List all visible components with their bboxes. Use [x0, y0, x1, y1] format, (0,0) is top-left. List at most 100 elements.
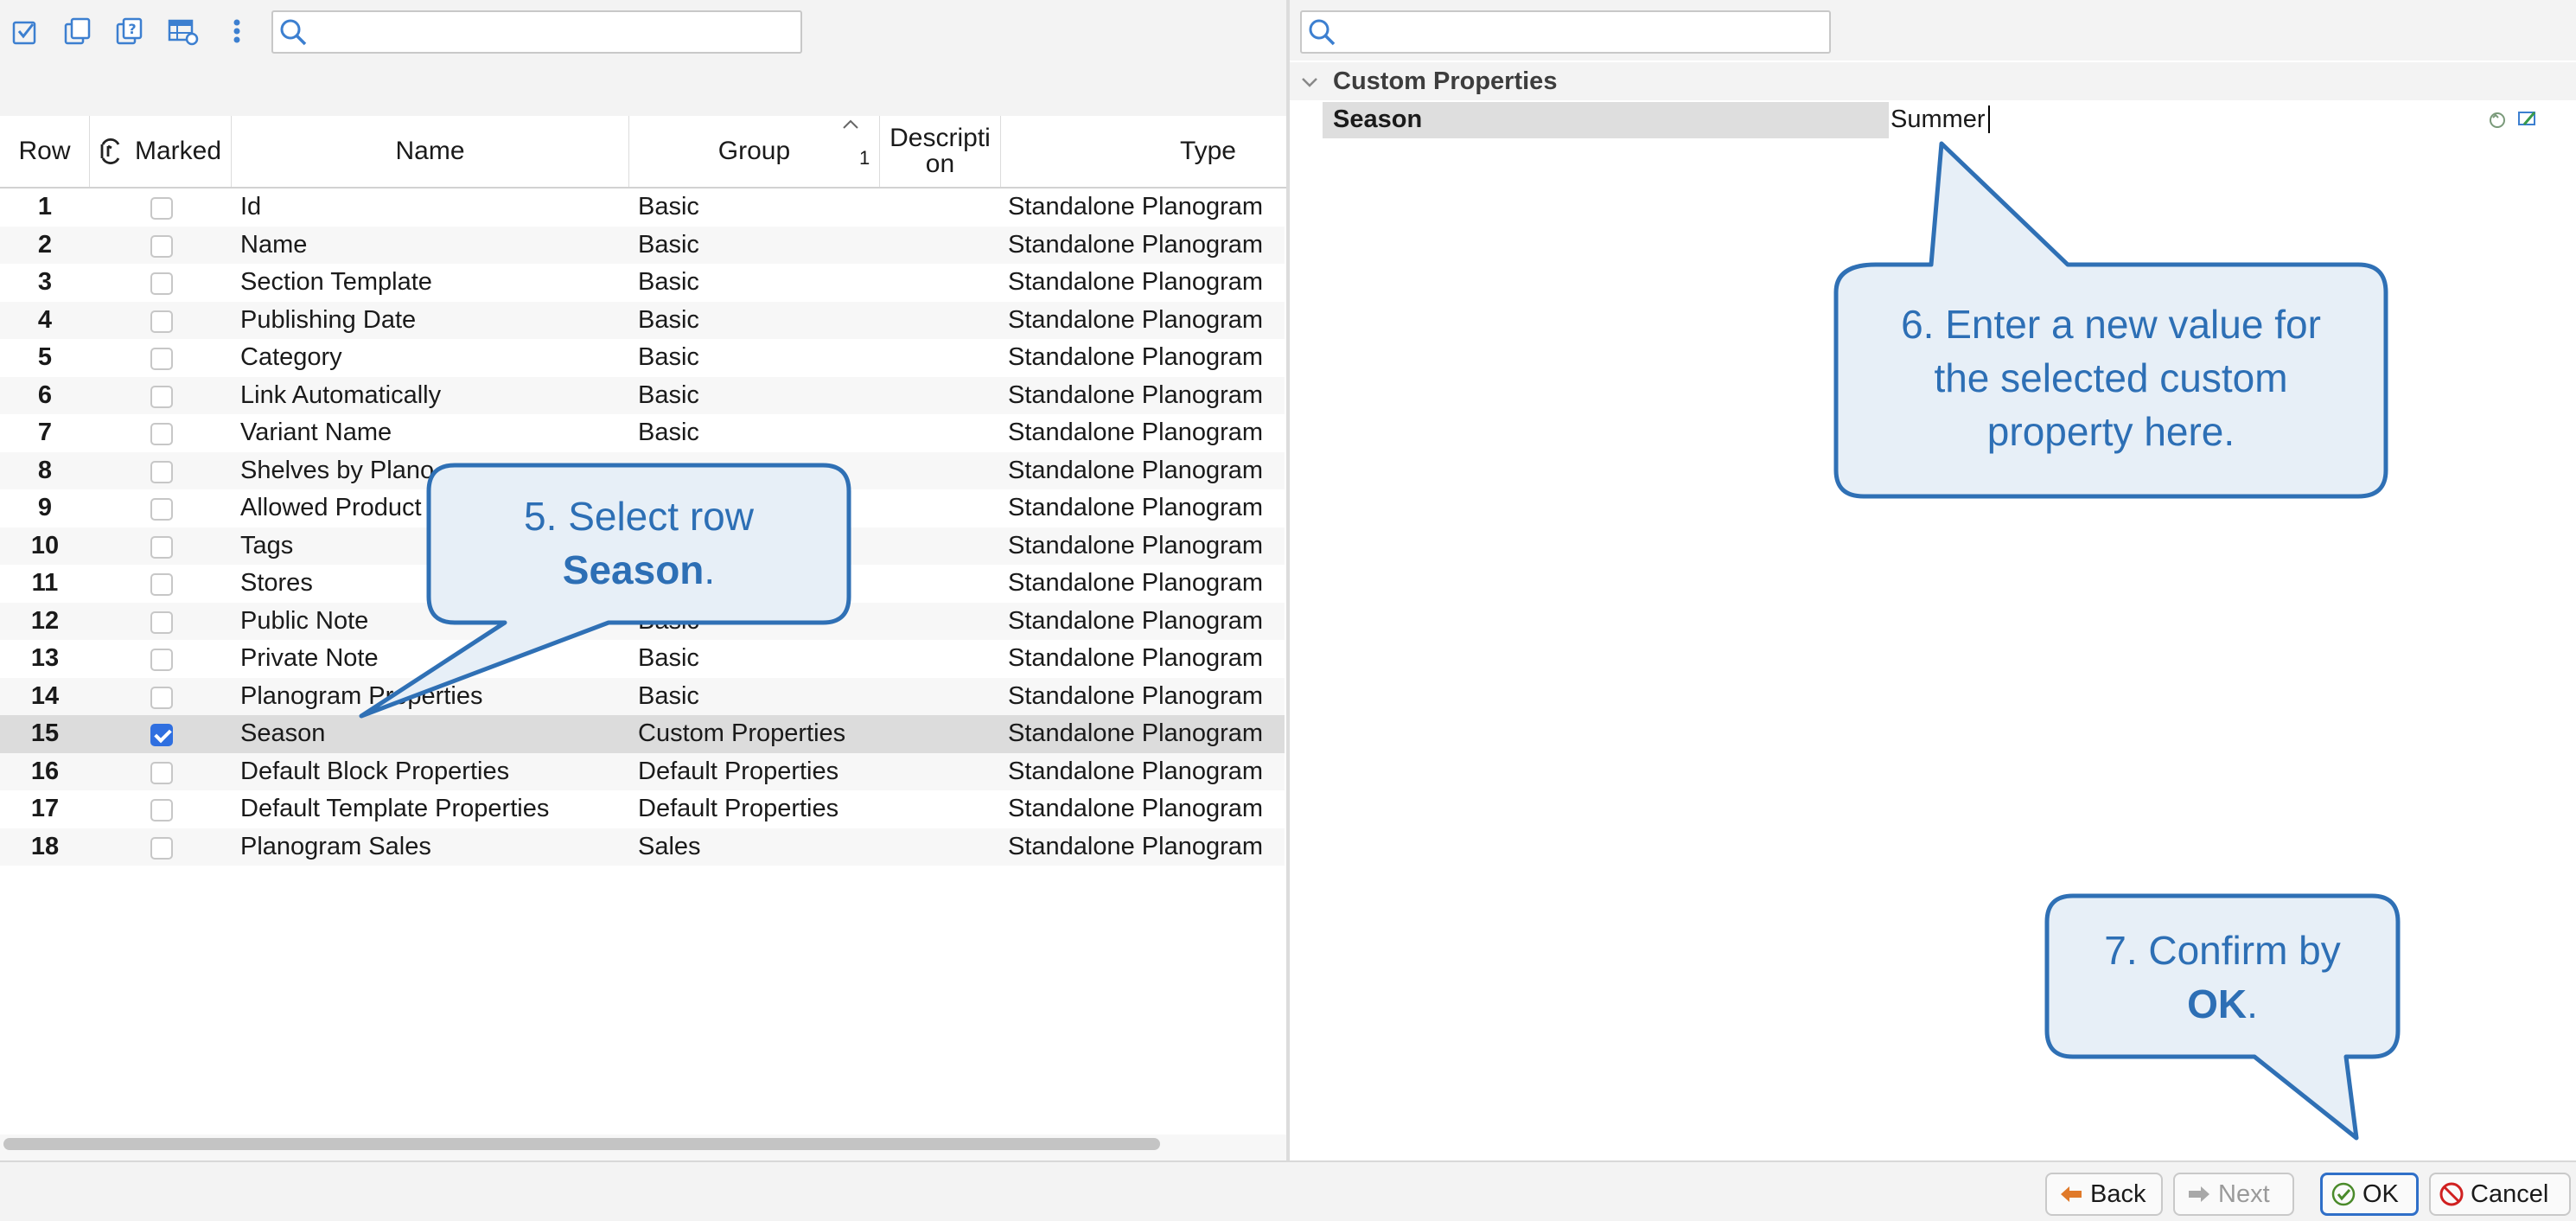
- search-icon: [1309, 19, 1336, 46]
- marked-checkbox[interactable]: [150, 724, 173, 746]
- row-number: 15: [30, 719, 60, 747]
- copy-icon[interactable]: [59, 12, 97, 50]
- marked-checkbox[interactable]: [150, 310, 173, 333]
- marked-checkbox[interactable]: [150, 348, 173, 370]
- marked-cell[interactable]: [147, 302, 178, 340]
- table-row[interactable]: 1 Id Basic Standalone Planogram: [0, 189, 1285, 227]
- horizontal-scrollbar-thumb[interactable]: [3, 1138, 1160, 1150]
- marked-cell[interactable]: [147, 603, 178, 641]
- table-row[interactable]: 7 Variant Name Basic Standalone Planogram: [0, 414, 1285, 452]
- more-vertical-icon[interactable]: [218, 12, 256, 50]
- table-row[interactable]: 3 Section Template Basic Standalone Planogr…: [0, 264, 1285, 302]
- marked-cell[interactable]: [147, 715, 178, 753]
- table-row[interactable]: 18 Planogram Sales Sales Standalone Planogr…: [0, 828, 1285, 866]
- marked-checkbox[interactable]: [150, 385, 173, 408]
- type-cell: Standalone Planogram: [1008, 456, 1264, 484]
- type-cell: Standalone Planogram: [1008, 268, 1264, 296]
- marked-checkbox[interactable]: [150, 610, 173, 634]
- chevron-down-icon[interactable]: [1297, 69, 1323, 95]
- row-number: 10: [30, 531, 60, 559]
- type-cell: Standalone Planogram: [1008, 681, 1264, 710]
- toggle-mark-icon[interactable]: [97, 132, 124, 170]
- left-search-field[interactable]: [313, 16, 792, 47]
- table-row[interactable]: 12 Public Note Basic Standalone Planogram: [0, 602, 1285, 641]
- table-row[interactable]: 8 Shelves by Plano Standalone Planogram: [0, 451, 1285, 490]
- name-cell: Variant Name: [240, 419, 392, 446]
- marked-cell[interactable]: [147, 640, 178, 678]
- ok-button[interactable]: OK: [2320, 1173, 2419, 1216]
- marked-cell[interactable]: [147, 678, 178, 716]
- edit-value-icon[interactable]: [2515, 107, 2540, 131]
- left-search-input[interactable]: [271, 10, 802, 54]
- marked-checkbox[interactable]: [150, 836, 173, 860]
- column-header-name[interactable]: Name: [232, 116, 629, 187]
- table-settings-icon[interactable]: [164, 12, 202, 50]
- mark-all-icon[interactable]: [7, 12, 45, 50]
- marked-cell[interactable]: [147, 753, 178, 791]
- reset-value-icon[interactable]: [2486, 109, 2509, 131]
- table-row[interactable]: 4 Publishing Date Basic Standalone Planogra…: [0, 301, 1285, 340]
- group-cell: Sales: [638, 832, 701, 860]
- sort-index: 1: [859, 147, 870, 169]
- marked-cell[interactable]: [147, 227, 178, 265]
- group-cell: Basic: [638, 343, 699, 371]
- property-value-input[interactable]: Summer: [1891, 105, 1986, 134]
- marked-cell[interactable]: [147, 452, 178, 490]
- column-header-type[interactable]: Type: [1001, 116, 1286, 187]
- marked-checkbox[interactable]: [150, 535, 173, 559]
- row-number: 13: [30, 644, 60, 672]
- table-row[interactable]: 14 Planogram Properties Basic Standalone Pl…: [0, 677, 1285, 716]
- type-cell: Standalone Planogram: [1008, 832, 1264, 860]
- marked-checkbox[interactable]: [150, 423, 173, 445]
- type-cell: Standalone Planogram: [1008, 343, 1264, 371]
- name-cell: Publishing Date: [240, 305, 417, 334]
- marked-cell[interactable]: [147, 377, 178, 415]
- right-search-field[interactable]: [1342, 16, 1820, 47]
- table-row[interactable]: 2 Name Basic Standalone Planogram: [0, 226, 1285, 265]
- back-button[interactable]: Back: [2045, 1173, 2163, 1216]
- marked-cell[interactable]: [147, 339, 178, 377]
- right-search-input[interactable]: [1300, 10, 1831, 54]
- column-header-description[interactable]: Descripti on: [880, 116, 1001, 187]
- table-row[interactable]: 16 Default Block Properties Default Proper…: [0, 752, 1285, 791]
- marked-cell[interactable]: [147, 828, 178, 866]
- marked-checkbox[interactable]: [150, 649, 173, 671]
- next-button[interactable]: Next: [2173, 1173, 2294, 1216]
- column-header-group[interactable]: Group 1: [629, 116, 880, 187]
- column-header-row[interactable]: Row: [0, 116, 90, 187]
- callout-step-7: 7. Confirm by OK.: [2047, 924, 2398, 1031]
- marked-checkbox[interactable]: [150, 498, 173, 521]
- marked-cell[interactable]: [147, 189, 178, 227]
- marked-checkbox[interactable]: [150, 272, 173, 295]
- marked-cell[interactable]: [147, 489, 178, 527]
- marked-checkbox[interactable]: [150, 686, 173, 709]
- table-row[interactable]: 5 Category Basic Standalone Planogram: [0, 339, 1285, 377]
- column-header-marked-label: Marked: [135, 137, 222, 165]
- table-row[interactable]: 13 Private Note Basic Standalone Planogram: [0, 640, 1285, 678]
- marked-cell[interactable]: [147, 565, 178, 603]
- arrow-right-icon: [2189, 1186, 2209, 1202]
- marked-cell[interactable]: [147, 264, 178, 302]
- marked-checkbox[interactable]: [150, 799, 173, 821]
- cancel-button[interactable]: Cancel: [2429, 1173, 2571, 1216]
- row-number: 12: [30, 606, 60, 635]
- group-cell: Basic: [638, 268, 699, 296]
- group-cell: Default Properties: [638, 795, 839, 822]
- search-icon: [280, 19, 307, 46]
- marked-checkbox[interactable]: [150, 573, 173, 596]
- table-row[interactable]: 17 Default Template Properties Default Pro…: [0, 790, 1285, 828]
- table-row[interactable]: 6 Link Automatically Basic Standalone Plano…: [0, 376, 1285, 415]
- table-row[interactable]: 15 Season Custom Properties Standalone Plan…: [0, 715, 1285, 753]
- help-icon[interactable]: ?: [111, 12, 149, 50]
- marked-checkbox[interactable]: [150, 234, 173, 258]
- group-cell: Default Properties: [638, 757, 839, 785]
- name-cell: Default Block Properties: [240, 757, 510, 785]
- marked-checkbox[interactable]: [150, 460, 173, 483]
- marked-checkbox[interactable]: [150, 761, 173, 784]
- marked-cell[interactable]: [147, 790, 178, 828]
- marked-cell[interactable]: [147, 527, 178, 566]
- group-cell: Custom Properties: [638, 719, 846, 747]
- marked-cell[interactable]: [147, 414, 178, 452]
- marked-checkbox[interactable]: [150, 197, 173, 220]
- column-header-marked[interactable]: Marked: [90, 116, 232, 187]
